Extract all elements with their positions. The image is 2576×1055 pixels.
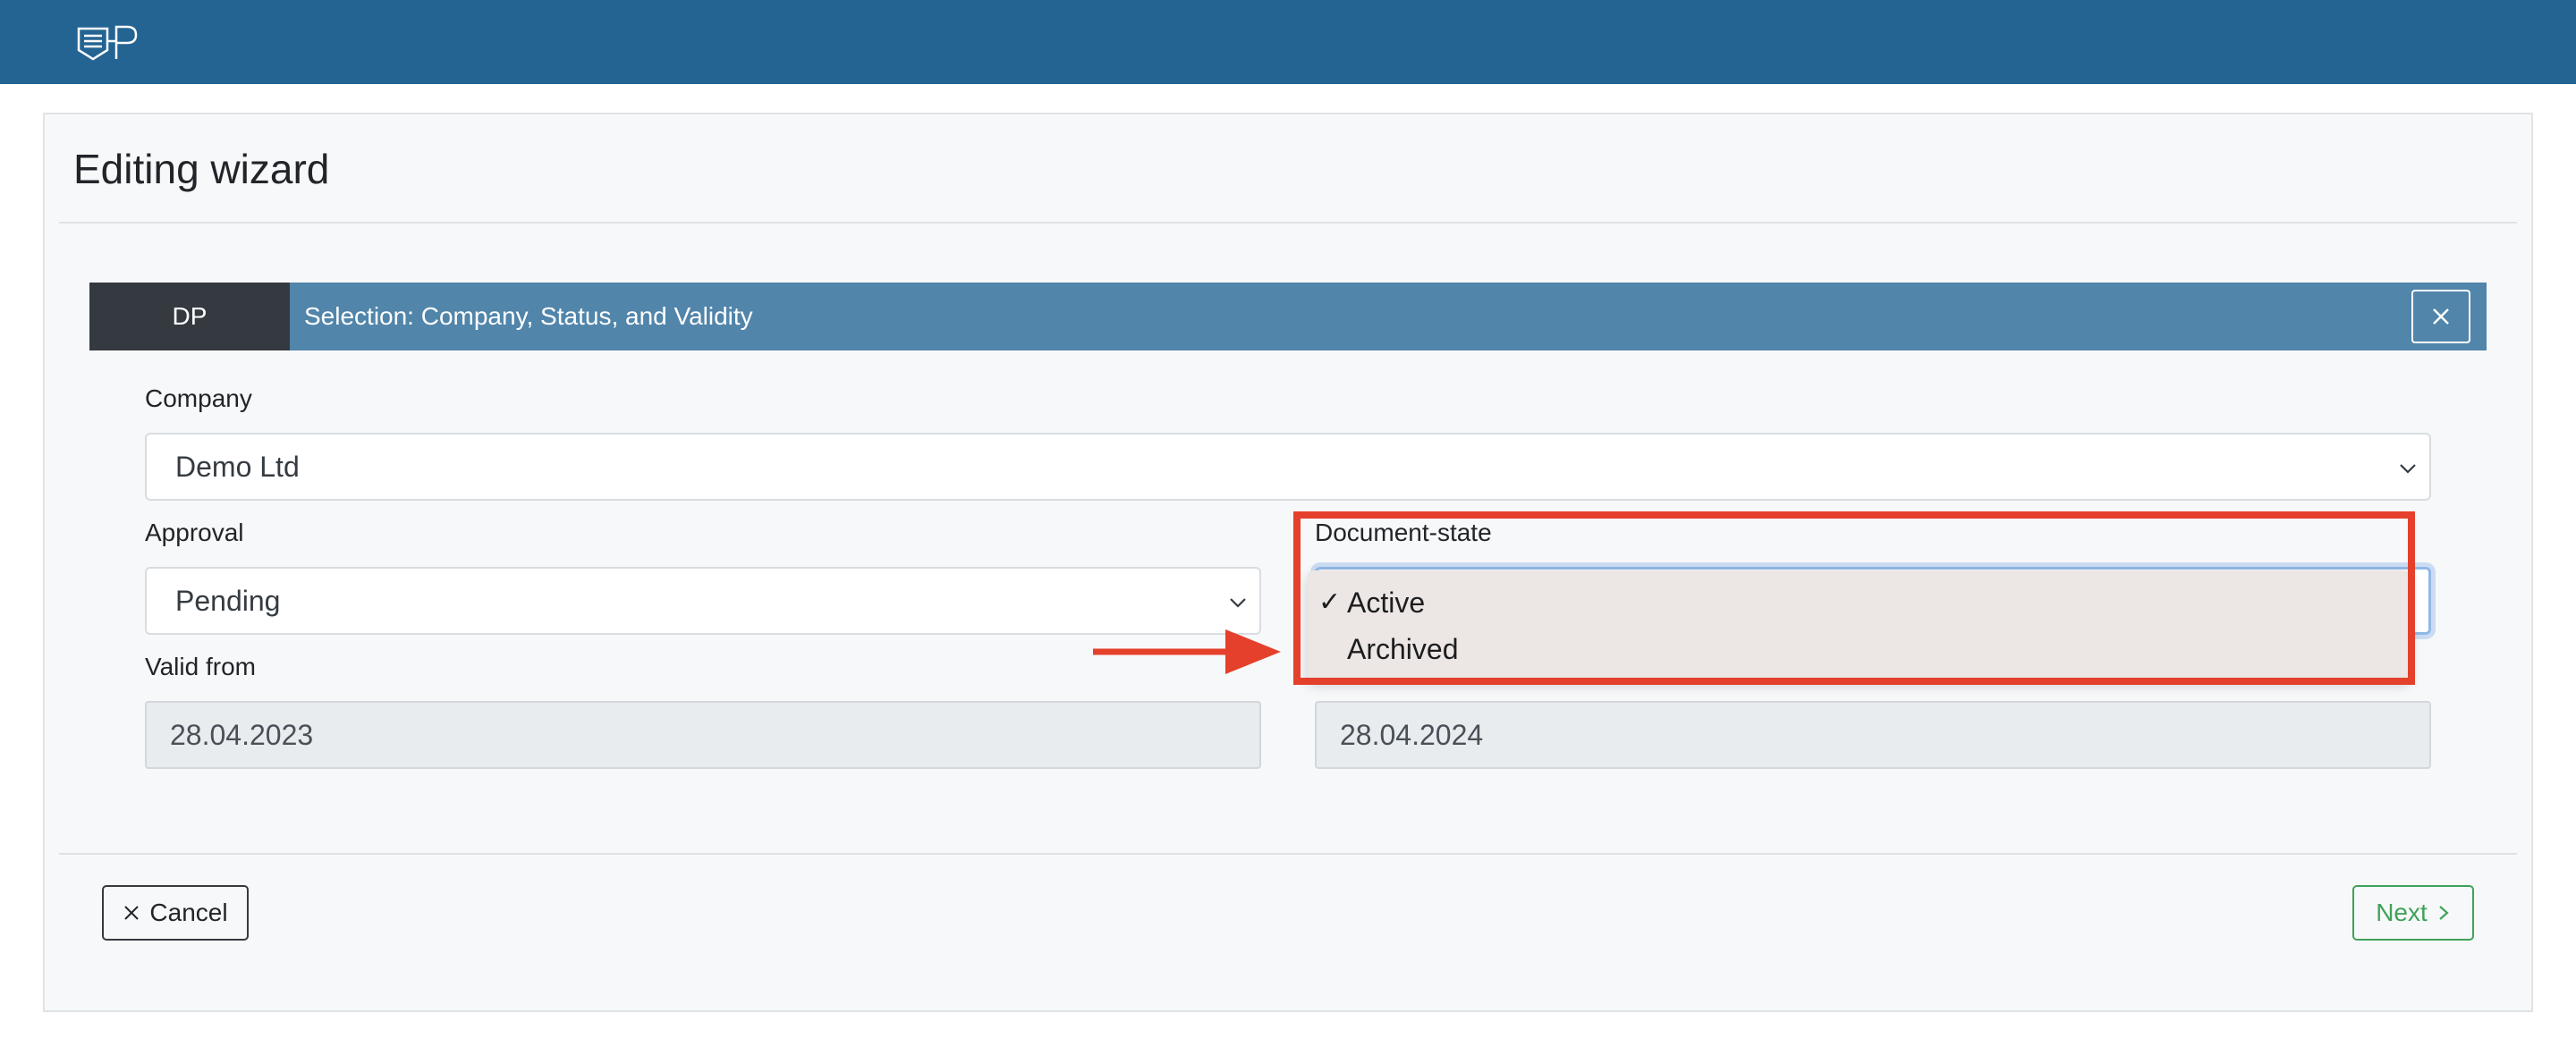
chevron-right-icon: [2439, 906, 2449, 920]
chevron-down-icon: [2400, 464, 2416, 474]
company-select-value: Demo Ltd: [175, 450, 300, 483]
cancel-button-label: Cancel: [149, 899, 228, 926]
cancel-button[interactable]: Cancel: [102, 885, 249, 941]
close-icon: [2433, 308, 2449, 325]
step-tag: DP: [89, 283, 290, 350]
annotation-highlight-box: [1293, 511, 2415, 685]
top-bar: [0, 0, 2576, 84]
company-select[interactable]: Demo Ltd: [145, 433, 2431, 501]
valid-from-input[interactable]: 28.04.2023: [145, 701, 1261, 769]
annotation-arrow-icon: [1093, 629, 1281, 674]
step-title: Selection: Company, Status, and Validity: [304, 302, 753, 330]
approval-label: Approval: [145, 519, 244, 546]
next-button[interactable]: Next: [2352, 885, 2474, 941]
next-button-label: Next: [2376, 899, 2428, 926]
approval-select-value: Pending: [175, 584, 281, 617]
step-close-button[interactable]: [2411, 290, 2470, 343]
header-divider: [59, 222, 2517, 224]
company-label: Company: [145, 384, 252, 412]
approval-select[interactable]: Pending: [145, 567, 1261, 635]
valid-to-input[interactable]: 28.04.2024: [1315, 701, 2431, 769]
footer-divider: [59, 853, 2517, 855]
dp-logo-icon[interactable]: [77, 23, 140, 63]
chevron-down-icon: [1230, 598, 1246, 608]
close-icon: [124, 906, 140, 920]
page-title: Editing wizard: [73, 146, 330, 192]
valid-from-label: Valid from: [145, 653, 256, 680]
